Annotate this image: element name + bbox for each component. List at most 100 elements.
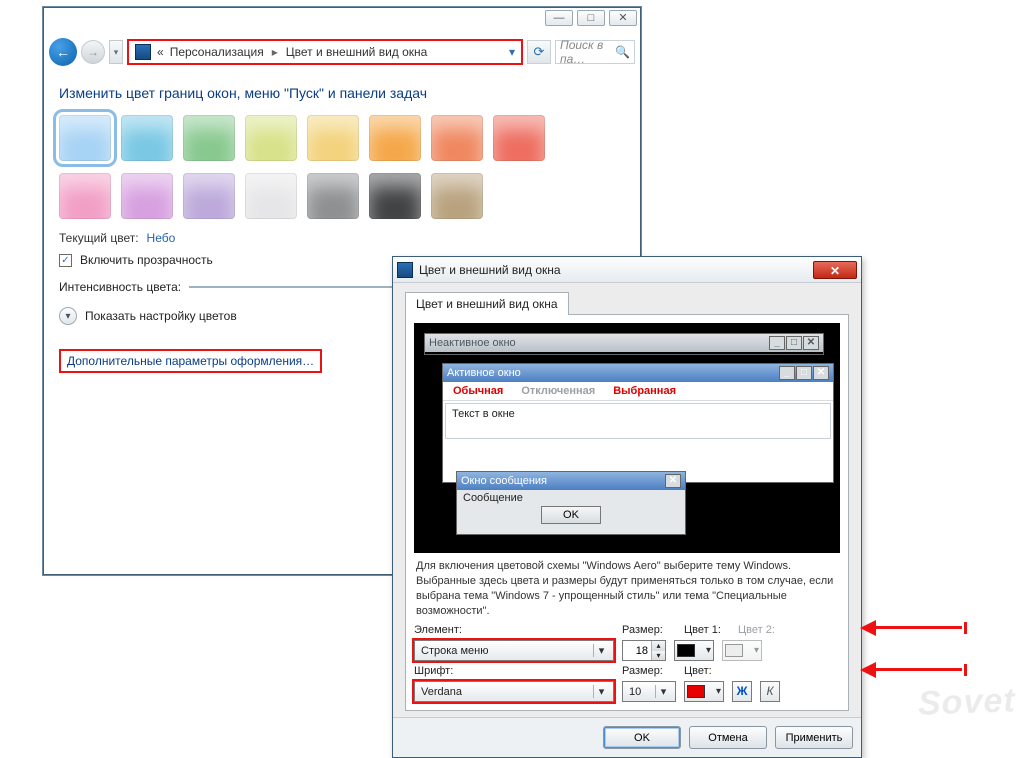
preview-window-controls: _□✕	[779, 366, 829, 380]
font-size-label: Размер:	[622, 665, 676, 677]
color2-label: Цвет 2:	[738, 624, 784, 636]
preview-message-body: Сообщение	[463, 492, 679, 504]
color-swatch[interactable]	[307, 173, 359, 219]
dialog-body: Цвет и внешний вид окна Неактивное окно …	[393, 283, 861, 717]
spin-up-icon[interactable]: ▴	[651, 641, 665, 651]
dropdown-icon: ▾	[754, 645, 759, 656]
color-swatch[interactable]	[369, 173, 421, 219]
font-size-combo[interactable]: 10 ▾	[622, 681, 676, 702]
intensity-label: Интенсивность цвета:	[59, 280, 181, 294]
breadcrumb[interactable]: « Персонализация ▸ Цвет и внешний вид ок…	[127, 39, 523, 65]
nav-back-button[interactable]: ←	[49, 38, 77, 66]
element-combo[interactable]: Строка меню ▾	[414, 640, 614, 661]
color1-button[interactable]: ▾	[674, 640, 714, 661]
breadcrumb-dropdown-icon[interactable]: ▾	[509, 45, 515, 59]
color-swatch[interactable]	[431, 115, 483, 161]
preview-active-title: Активное окно	[447, 367, 521, 379]
color2-button: ▾	[722, 640, 762, 661]
element-label: Элемент:	[414, 624, 614, 636]
breadcrumb-level2[interactable]: Цвет и внешний вид окна	[286, 45, 428, 59]
font-label: Шрифт:	[414, 665, 614, 677]
appearance-dialog: Цвет и внешний вид окна ✕ Цвет и внешний…	[392, 256, 862, 758]
window-minimize-button[interactable]: —	[545, 10, 573, 26]
dialog-tab[interactable]: Цвет и внешний вид окна	[405, 292, 569, 315]
dropdown-icon: ▾	[593, 644, 609, 657]
annotation-arrow	[862, 664, 967, 676]
element-size-spin[interactable]: ▴▾	[622, 640, 666, 661]
window-close-button[interactable]: ✕	[609, 10, 637, 26]
advanced-appearance-link[interactable]: Дополнительные параметры оформления…	[59, 349, 322, 373]
element-combo-value: Строка меню	[421, 645, 488, 657]
dialog-titlebar: Цвет и внешний вид окна ✕	[393, 257, 861, 283]
color-swatch[interactable]	[493, 115, 545, 161]
preview-window-controls: ✕	[665, 474, 681, 488]
size-label: Размер:	[622, 624, 676, 636]
font-row: Шрифт: Размер: Цвет:	[414, 665, 840, 677]
color-swatch-row-1	[59, 115, 625, 161]
color1-label: Цвет 1:	[684, 624, 730, 636]
nav-history-dropdown[interactable]: ▾	[109, 40, 123, 64]
color-swatch[interactable]	[369, 115, 421, 161]
window-maximize-button[interactable]: □	[577, 10, 605, 26]
font-size-value: 10	[629, 686, 641, 698]
preview-menu-selected: Выбранная	[613, 385, 676, 397]
annotation-arrow	[862, 622, 967, 634]
color-swatch[interactable]	[307, 115, 359, 161]
cancel-button[interactable]: Отмена	[689, 726, 767, 749]
dropdown-icon: ▾	[655, 685, 671, 698]
search-icon: 🔍	[615, 45, 630, 59]
tab-panel: Неактивное окно _□✕ Активное окно _□✕ Об…	[405, 314, 849, 711]
ok-button[interactable]: OK	[603, 726, 681, 749]
italic-toggle[interactable]: К	[760, 681, 780, 702]
aero-hint-text: Для включения цветовой схемы "Windows Ae…	[414, 553, 840, 620]
preview-message-window: Окно сообщения ✕ Сообщение OK	[456, 471, 686, 535]
search-input[interactable]: Поиск в па… 🔍	[555, 40, 635, 64]
transparency-label: Включить прозрачность	[80, 253, 213, 267]
page-title: Изменить цвет границ окон, меню "Пуск" и…	[59, 85, 625, 101]
dialog-footer: OK Отмена Применить	[393, 717, 861, 757]
current-color-value: Небо	[147, 231, 176, 245]
dropdown-icon: ▾	[706, 645, 711, 656]
dialog-icon	[397, 262, 413, 278]
color-swatch[interactable]	[245, 173, 297, 219]
element-controls: Строка меню ▾ ▴▾ ▾ ▾	[414, 640, 840, 661]
refresh-button[interactable]: ⟳	[527, 40, 551, 64]
color-swatch[interactable]	[245, 115, 297, 161]
dialog-close-button[interactable]: ✕	[813, 261, 857, 279]
preview-message-ok-button: OK	[541, 506, 601, 524]
current-color-label: Текущий цвет:	[59, 231, 139, 245]
color-swatch[interactable]	[59, 115, 111, 161]
dialog-title: Цвет и внешний вид окна	[419, 263, 561, 277]
font-combo-value: Verdana	[421, 686, 462, 698]
color2-swatch	[725, 644, 743, 657]
preview-menu-normal: Обычная	[453, 385, 503, 397]
apply-button[interactable]: Применить	[775, 726, 853, 749]
color-swatch[interactable]	[121, 173, 173, 219]
window-controls: — □ ✕	[545, 10, 637, 26]
font-color-button[interactable]: ▾	[684, 681, 724, 702]
dropdown-icon: ▾	[593, 685, 609, 698]
color-swatch[interactable]	[59, 173, 111, 219]
chevron-down-icon: ▾	[59, 307, 77, 325]
nav-forward-button[interactable]: →	[81, 40, 105, 64]
watermark: Sovet	[918, 681, 1017, 723]
control-panel-icon	[135, 44, 151, 60]
breadcrumb-level1[interactable]: Персонализация	[170, 45, 264, 59]
color-swatch[interactable]	[431, 173, 483, 219]
preview-active-window: Активное окно _□✕ Обычная Отключенная Вы…	[442, 363, 834, 483]
preview-inactive-title: Неактивное окно	[429, 337, 516, 349]
preview-window-controls: _□✕	[769, 336, 819, 350]
font-controls: Verdana ▾ 10 ▾ ▾ Ж К	[414, 681, 840, 702]
current-color-row: Текущий цвет: Небо	[59, 231, 625, 245]
bold-toggle[interactable]: Ж	[732, 681, 752, 702]
font-combo[interactable]: Verdana ▾	[414, 681, 614, 702]
dropdown-icon: ▾	[716, 686, 721, 697]
search-placeholder: Поиск в па…	[560, 38, 611, 66]
element-size-input[interactable]	[623, 641, 651, 660]
color-swatch-row-2	[59, 173, 625, 219]
spin-down-icon[interactable]: ▾	[651, 651, 665, 661]
color-swatch[interactable]	[183, 173, 235, 219]
color-swatch[interactable]	[183, 115, 235, 161]
transparency-checkbox[interactable]: ✓	[59, 254, 72, 267]
color-swatch[interactable]	[121, 115, 173, 161]
